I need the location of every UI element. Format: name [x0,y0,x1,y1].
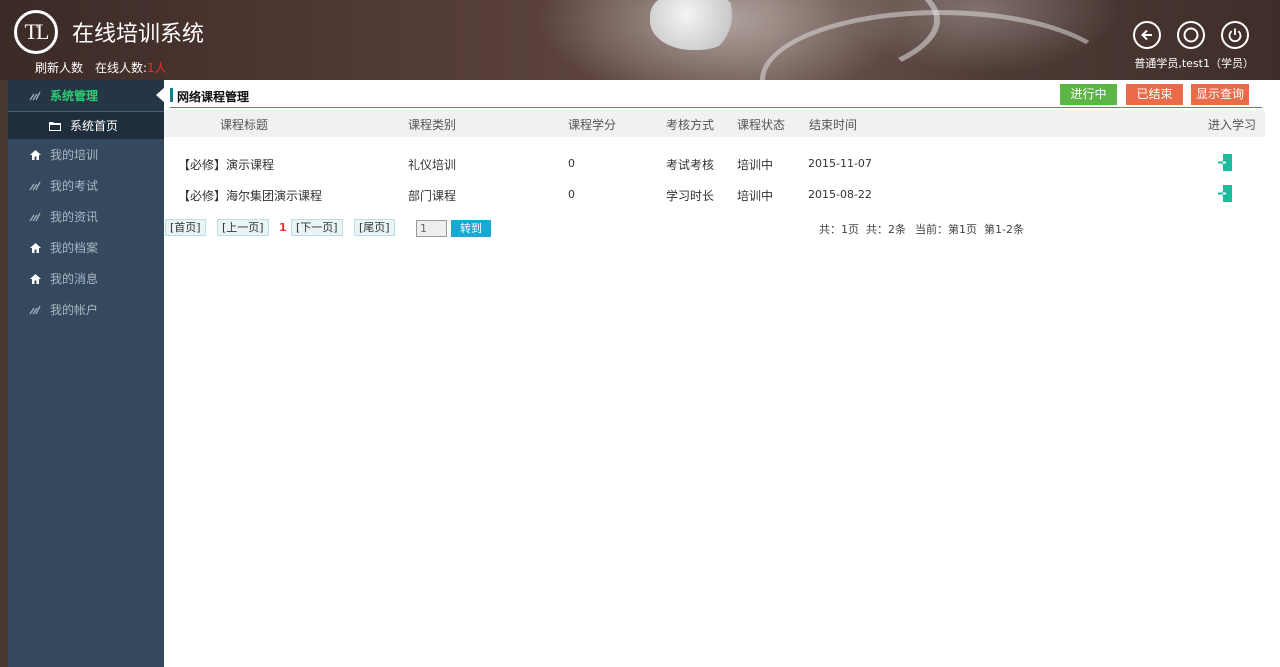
sidebar-item-system-home[interactable]: 系统首页 [8,111,164,139]
column-header-credit: 课程学分 [568,118,617,132]
table-header: 课程标题 课程类别 课程学分 考核方式 课程状态 结束时间 进入学习 [164,110,1265,137]
course-credit: 0 [568,188,575,201]
last-page-button[interactable]: [尾页] [354,219,395,236]
stripes-icon [28,90,42,102]
column-header-enter: 进入学习 [1208,118,1257,132]
header-banner: TL 在线培训系统 刷新人数 在线人数:1人 普通学员,test1（学员） [0,0,1280,80]
course-end-date: 2015-11-07 [808,157,872,170]
course-category: 部门课程 [408,189,457,203]
enter-study-icon[interactable] [1217,154,1233,174]
table-row: 【必修】演示课程 礼仪培训 0 考试考核 培训中 2015-11-07 [164,154,1265,176]
sidebar-item-label: 我的帐户 [50,303,99,317]
stripes-icon [28,180,42,192]
sidebar-item-my-exam[interactable]: 我的考试 [8,170,164,201]
course-method: 考试考核 [666,158,715,172]
main-content: 网络课程管理 进行中 已结束 显示查询 课程标题 课程类别 课程学分 考核方式 … [164,80,1280,667]
course-method: 学习时长 [666,189,715,203]
page-title: 网络课程管理 [177,90,250,104]
column-header-status: 课程状态 [737,118,786,132]
sidebar-item-label: 我的考试 [50,179,99,193]
stripes-icon [28,304,42,316]
sidebar-item-my-training[interactable]: 我的培训 [8,139,164,170]
online-count-value: 1人 [147,61,167,75]
next-page-button[interactable]: [下一页] [291,219,343,236]
app-title: 在线培训系统 [72,21,205,46]
sidebar-item-label: 我的消息 [50,272,99,286]
show-query-button[interactable]: 显示查询 [1191,84,1249,105]
folder-icon [48,120,62,132]
column-header-category: 课程类别 [408,118,457,132]
total-items: 共：2条 [866,223,906,236]
sidebar-item-my-news[interactable]: 我的资讯 [8,201,164,232]
current-page-info: 当前：第1页 [915,223,977,236]
refresh-count-link[interactable]: 刷新人数 [35,59,83,76]
sidebar-item-my-account[interactable]: 我的帐户 [8,294,164,325]
pagination: [首页] [上一页] 1 [下一页] [尾页] 转到 共：1页 共：2条 当前：… [164,219,1264,239]
stripes-icon [28,211,42,223]
prev-page-button[interactable]: [上一页] [217,219,269,236]
title-marker [170,88,173,102]
course-status: 培训中 [737,189,774,203]
back-button[interactable] [1133,21,1161,49]
power-icon [1228,28,1242,42]
enter-study-icon[interactable] [1217,185,1233,205]
column-header-title: 课程标题 [220,118,269,132]
course-status: 培训中 [737,158,774,172]
table-row: 【必修】海尔集团演示课程 部门课程 0 学习时长 培训中 2015-08-22 [164,185,1265,207]
sidebar-item-my-messages[interactable]: 我的消息 [8,263,164,294]
sidebar-item-label: 我的培训 [50,148,99,162]
home-icon [28,273,42,285]
item-range: 第1-2条 [984,223,1024,236]
current-page-number: 1 [279,221,287,234]
column-header-end-time: 结束时间 [809,118,858,132]
online-count: 在线人数:1人 [95,59,167,76]
logout-button[interactable] [1221,21,1249,49]
logo: TL [14,10,58,54]
refresh-icon [1183,27,1199,43]
course-end-date: 2015-08-22 [808,188,872,201]
in-progress-button[interactable]: 进行中 [1060,84,1117,105]
sidebar-item-label: 我的资讯 [50,210,99,224]
user-info: 普通学员,test1（学员） [1134,57,1254,70]
online-count-label: 在线人数: [95,61,148,75]
course-category: 礼仪培训 [408,158,457,172]
home-icon [28,149,42,161]
course-credit: 0 [568,157,575,170]
course-title-link[interactable]: 【必修】演示课程 [178,156,274,173]
sidebar-item-my-records[interactable]: 我的档案 [8,232,164,263]
home-icon [28,242,42,254]
page-number-input[interactable] [416,220,447,237]
column-header-method: 考核方式 [666,118,715,132]
finished-button[interactable]: 已结束 [1126,84,1183,105]
sidebar-item-label: 我的档案 [50,241,99,255]
sidebar-section-label: 系统管理 [50,89,99,103]
sidebar-section-system[interactable]: 系统管理 [8,80,165,111]
first-page-button[interactable]: [首页] [165,219,206,236]
sidebar: 系统管理 系统首页 我的培训 我的考试 我的资讯 我的档案 我的消息 我的帐户 [0,80,165,667]
top-icon-group [1133,21,1249,49]
go-to-page-button[interactable]: 转到 [451,220,491,237]
course-title-link[interactable]: 【必修】海尔集团演示课程 [178,187,322,204]
total-pages: 共：1页 [819,223,859,236]
sidebar-item-label: 系统首页 [70,119,119,133]
refresh-button[interactable] [1177,21,1205,49]
back-icon [1141,29,1152,41]
